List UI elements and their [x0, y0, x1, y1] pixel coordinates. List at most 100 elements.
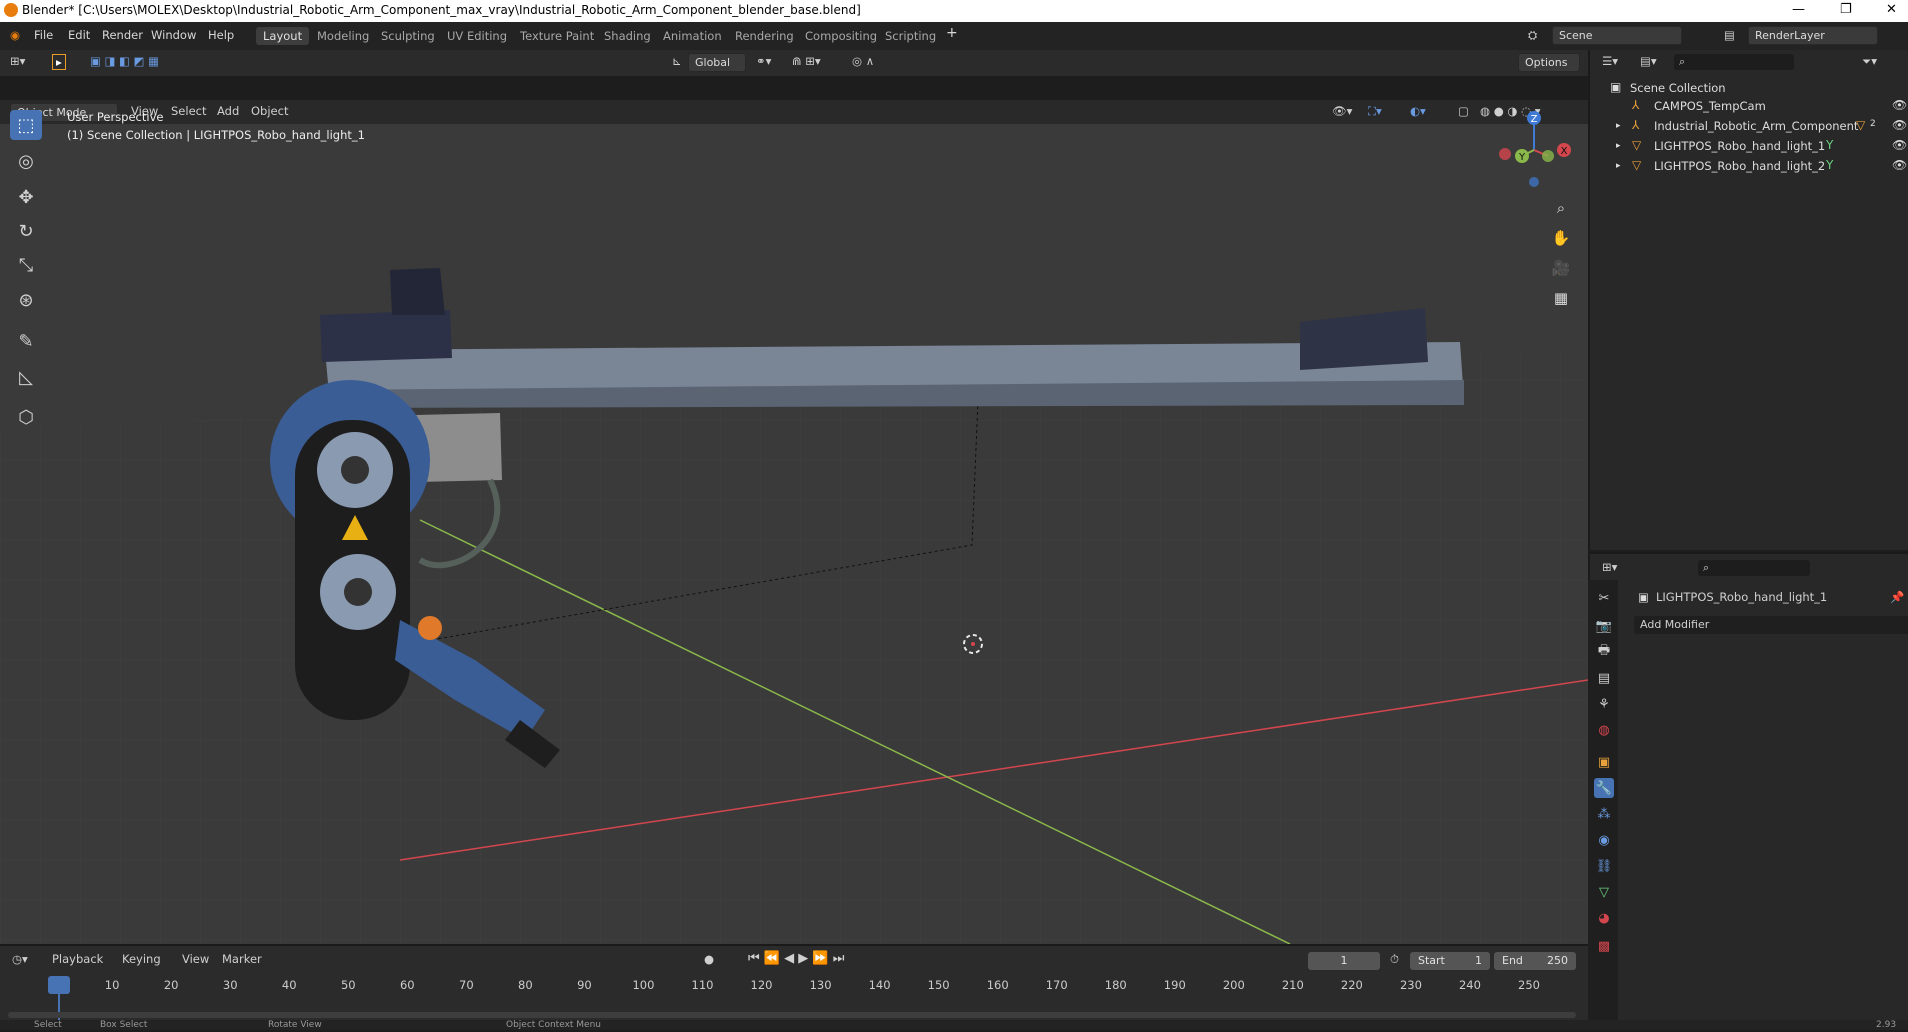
menu-edit[interactable]: Edit — [68, 28, 90, 42]
tab-modeling[interactable]: Modeling — [310, 27, 376, 45]
blender-menu-icon[interactable]: ◉ — [10, 28, 20, 42]
ortho-grid-icon[interactable]: ▦ — [1548, 285, 1574, 311]
modifier-tab-icon[interactable]: 🔧 — [1594, 778, 1614, 798]
overlay-toggle-icon[interactable]: ◐▾ — [1410, 104, 1426, 118]
editor-type-icon[interactable]: ⊞▾ — [10, 54, 25, 68]
rotate-tool[interactable]: ↻ — [10, 216, 42, 246]
timeline-tick-label: 10 — [104, 978, 120, 992]
tab-animation[interactable]: Animation — [656, 27, 729, 45]
timeline-tick-label: 220 — [1340, 978, 1363, 992]
properties-search-input[interactable]: ⌕ — [1698, 560, 1810, 576]
header-select-menu[interactable]: Select — [171, 104, 206, 118]
physics-tab-icon[interactable]: ◉ — [1594, 830, 1614, 850]
outliner-editor-icon[interactable]: ☰▾ — [1602, 54, 1618, 68]
eye-icon[interactable]: 👁 — [1892, 158, 1907, 172]
mesh-data-icon: Y — [1826, 158, 1834, 172]
menu-help[interactable]: Help — [208, 28, 234, 42]
tab-layout[interactable]: Layout — [256, 27, 310, 45]
camera-view-icon[interactable]: 🎥 — [1548, 255, 1574, 281]
select-tool-icon[interactable]: ▸ — [52, 54, 66, 70]
scene-selector[interactable]: Scene — [1552, 26, 1682, 45]
timeline-tick-label: 60 — [399, 978, 415, 992]
tool-settings-bar: ⊞▾ ▸ ▣ ◨ ◧ ◩ ▦ ⊾ Global ⚭▾ ⋒ ⊞▾ ◎ ∧ Opti… — [0, 50, 1588, 76]
playhead[interactable] — [48, 976, 70, 994]
snap-icon[interactable]: ⋒ ⊞▾ — [792, 54, 821, 68]
pin-icon[interactable]: 📌 — [1890, 590, 1904, 604]
world-tab-icon[interactable]: ◍ — [1594, 720, 1614, 740]
eye-icon[interactable]: 👁 — [1892, 118, 1907, 132]
expand-arrow-icon[interactable]: ▸ — [1616, 161, 1621, 171]
outliner-item[interactable]: ▸ ⅄ Industrial_Robotic_Arm_Component ▽ 2… — [1590, 116, 1908, 136]
output-tab-icon[interactable]: 🖶 — [1594, 642, 1614, 662]
navigation-gizmo[interactable]: Z Y X — [1494, 108, 1574, 188]
filter-icon[interactable]: ⏷▾ — [1862, 54, 1877, 69]
render-layer-selector[interactable]: RenderLayer — [1748, 26, 1878, 45]
texture-tab-icon[interactable]: ▩ — [1594, 936, 1614, 956]
xray-icon[interactable]: ▢ — [1458, 104, 1469, 118]
select-box-tool[interactable]: ⬚ — [10, 110, 42, 140]
zoom-icon[interactable]: ⌕ — [1548, 195, 1574, 221]
menu-render[interactable]: Render — [102, 28, 143, 42]
scene-icon: ⛭ — [1528, 28, 1538, 42]
timeline-tick-label: 170 — [1045, 978, 1068, 992]
close-button[interactable]: ✕ — [1886, 2, 1897, 17]
tab-uv-editing[interactable]: UV Editing — [440, 27, 514, 45]
orientation-dropdown[interactable]: Global — [688, 53, 746, 72]
tool-tab-icon[interactable]: ✂ — [1594, 588, 1614, 608]
gizmo-toggle-icon[interactable]: ⛶▾ — [1368, 104, 1382, 119]
menu-window[interactable]: Window — [151, 28, 196, 42]
collection-icon: ▣ — [1610, 80, 1622, 94]
3d-viewport[interactable]: Object Mode View Select Add Object 👁▾ ⛶▾… — [0, 100, 1588, 944]
proportional-edit-icon[interactable]: ◎ ∧ — [852, 54, 874, 68]
eye-icon[interactable]: 👁 — [1892, 98, 1907, 112]
move-tool[interactable]: ✥ — [10, 182, 42, 212]
data-tab-icon[interactable]: ▽ — [1594, 882, 1614, 902]
transform-tool[interactable]: ⊛ — [10, 285, 42, 315]
add-cube-tool[interactable]: ⬡ — [10, 402, 42, 432]
outliner-item[interactable]: ▸ ▽ LIGHTPOS_Robo_hand_light_1 Y 👁 — [1590, 136, 1908, 156]
tab-sculpting[interactable]: Sculpting — [374, 27, 442, 45]
menu-file[interactable]: File — [34, 28, 53, 42]
scale-tool[interactable]: ⤡ — [10, 250, 42, 280]
orientation-icon: ⊾ — [672, 54, 682, 68]
add-workspace-button[interactable]: + — [946, 25, 958, 41]
restore-button[interactable]: ❐ — [1840, 2, 1852, 17]
add-modifier-dropdown[interactable]: Add Modifier — [1634, 616, 1908, 634]
timeline-tick-label: 240 — [1458, 978, 1481, 992]
view-layer-tab-icon[interactable]: ▤ — [1594, 668, 1614, 688]
header-add-menu[interactable]: Add — [217, 104, 239, 118]
material-tab-icon[interactable]: ◕ — [1594, 908, 1614, 928]
tab-texture-paint[interactable]: Texture Paint — [513, 27, 601, 45]
expand-arrow-icon[interactable]: ▸ — [1616, 121, 1621, 131]
header-object-menu[interactable]: Object — [251, 104, 288, 118]
tab-scripting[interactable]: Scripting — [878, 27, 943, 45]
measure-tool[interactable]: ◺ — [10, 362, 42, 392]
tab-shading[interactable]: Shading — [597, 27, 658, 45]
cursor-tool[interactable]: ◎ — [10, 146, 42, 176]
tab-rendering[interactable]: Rendering — [728, 27, 801, 45]
tab-compositing[interactable]: Compositing — [798, 27, 884, 45]
timeline-tick-label: 250 — [1518, 978, 1540, 992]
properties-editor-icon[interactable]: ⊞▾ — [1602, 560, 1617, 574]
visibility-icon[interactable]: 👁▾ — [1332, 104, 1352, 118]
particles-tab-icon[interactable]: ⁂ — [1594, 804, 1614, 824]
selection-mode-icons[interactable]: ▣ ◨ ◧ ◩ ▦ — [90, 54, 159, 68]
minimize-button[interactable]: — — [1792, 2, 1805, 17]
pan-hand-icon[interactable]: ✋ — [1548, 225, 1574, 251]
outliner-search-input[interactable]: ⌕ — [1674, 54, 1794, 70]
annotate-tool[interactable]: ✎ — [10, 326, 42, 356]
constraints-tab-icon[interactable]: ⛓ — [1594, 856, 1614, 876]
timeline-tick-label: 180 — [1104, 978, 1127, 992]
outliner-item[interactable]: ⅄ CAMPOS_TempCam 👁 — [1590, 96, 1908, 116]
render-tab-icon[interactable]: 📷 — [1594, 616, 1614, 636]
scene-tab-icon[interactable]: ⚘ — [1594, 694, 1614, 714]
object-tab-icon[interactable]: ▣ — [1594, 752, 1614, 772]
options-dropdown[interactable]: Options — [1518, 53, 1580, 72]
pivot-icon[interactable]: ⚭▾ — [756, 54, 771, 68]
outliner-item[interactable]: ▸ ▽ LIGHTPOS_Robo_hand_light_2 Y 👁 — [1590, 156, 1908, 176]
display-mode-icon[interactable]: ▤▾ — [1640, 54, 1657, 68]
timeline-scrollbar[interactable] — [8, 1012, 1576, 1018]
expand-arrow-icon[interactable]: ▸ — [1616, 141, 1621, 151]
outliner-scene-collection[interactable]: ▣ Scene Collection — [1590, 78, 1908, 98]
eye-icon[interactable]: 👁 — [1892, 138, 1907, 152]
